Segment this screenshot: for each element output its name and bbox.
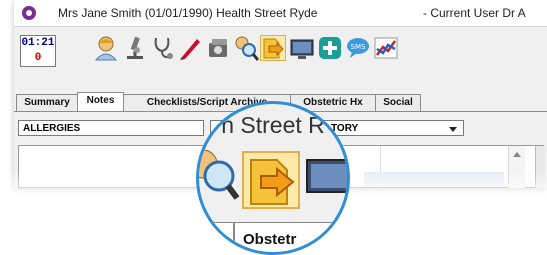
pen-icon: [180, 39, 200, 60]
selected-row: [364, 172, 504, 186]
magnifier-lens: h Street R Obstetr: [196, 101, 350, 255]
import-icon: [263, 38, 284, 59]
add-icon: [319, 37, 341, 59]
allergies-combo[interactable]: ALLERGIES: [18, 120, 204, 136]
patient-button[interactable]: [93, 35, 119, 61]
chart-icon: [374, 37, 398, 59]
monitor-button[interactable]: [289, 35, 315, 61]
tab-notes[interactable]: Notes: [77, 92, 124, 112]
toolbar: 01:21 0 SMS: [14, 27, 547, 89]
patient-title: Mrs Jane Smith (01/01/1990) Health Stree…: [58, 6, 318, 20]
clock-count: 0: [34, 52, 42, 64]
stethoscope-icon: [154, 37, 173, 59]
scroll-up-icon[interactable]: [513, 152, 521, 157]
search-patient-icon: [199, 149, 240, 200]
clock-time: 01:21: [21, 37, 55, 49]
app-logo-icon: [22, 6, 36, 20]
stethoscope-button[interactable]: [150, 35, 176, 61]
import-icon: [242, 151, 300, 209]
tools-icon: [209, 39, 227, 57]
microscope-button[interactable]: [122, 35, 148, 61]
monitor-icon: [306, 159, 347, 193]
magnified-toolbar-icons: [199, 149, 347, 209]
monitor-icon: [290, 39, 314, 59]
side-panel-edge: [535, 146, 545, 188]
magnified-tab-separator: [233, 223, 235, 252]
import-button[interactable]: [260, 35, 286, 61]
session-clock[interactable]: 01:21 0: [20, 35, 56, 67]
magnified-tab-obstetric: Obstetr: [243, 231, 297, 248]
search-patient-button[interactable]: [233, 35, 260, 61]
magnified-text: h Street R: [221, 112, 325, 138]
current-user-label: - Current User Dr A: [423, 6, 526, 20]
tab-summary[interactable]: Summary: [16, 94, 78, 111]
search-patient-icon: [235, 36, 260, 61]
sms-icon: SMS: [347, 38, 369, 58]
sms-button[interactable]: SMS: [345, 35, 371, 61]
magnified-tab-bar: Obstetr: [199, 222, 347, 252]
chart-button[interactable]: [373, 35, 399, 61]
patient-icon: [94, 36, 118, 61]
add-button[interactable]: [317, 35, 343, 61]
vertical-scrollbar[interactable]: [508, 146, 525, 188]
chevron-down-icon[interactable]: [449, 127, 457, 132]
tools-button[interactable]: [206, 35, 232, 61]
pen-button[interactable]: [177, 35, 203, 61]
title-bar: Mrs Jane Smith (01/01/1990) Health Stree…: [14, 0, 547, 27]
microscope-icon: [127, 36, 143, 59]
svg-text:SMS: SMS: [351, 43, 366, 51]
tab-social[interactable]: Social: [375, 94, 421, 111]
